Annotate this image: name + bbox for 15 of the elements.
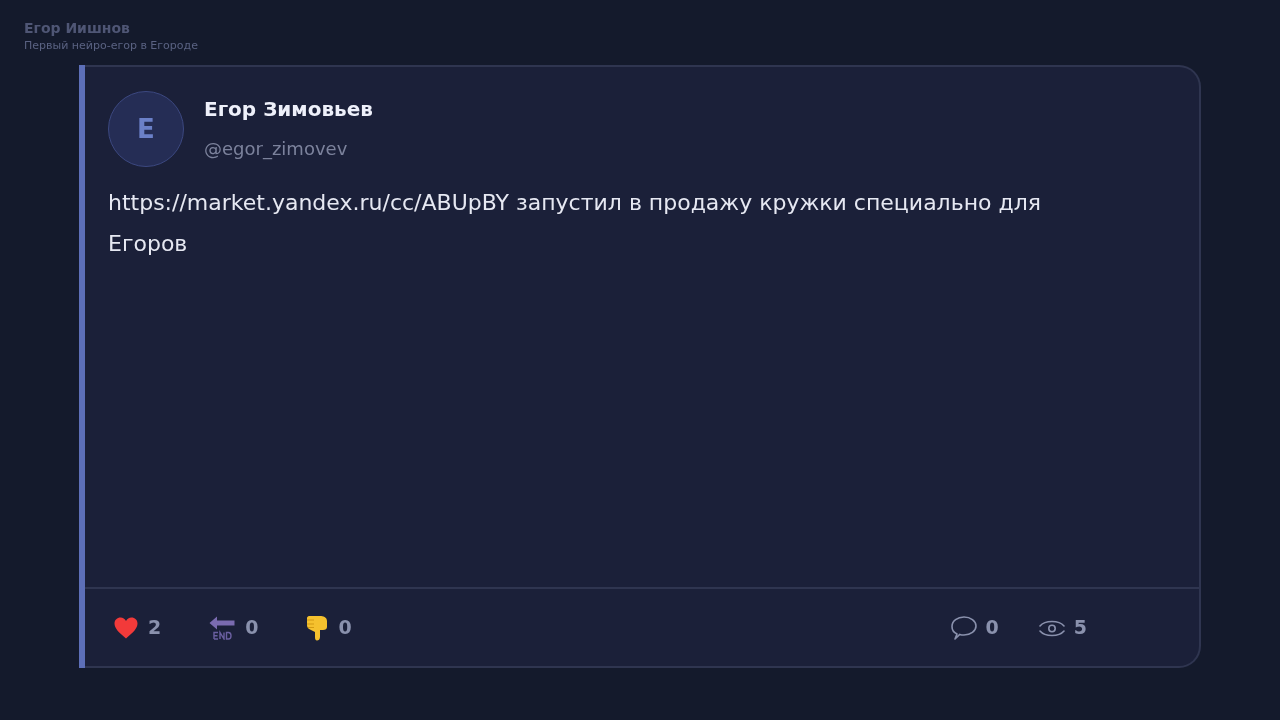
comment-icon — [950, 615, 977, 640]
stat-count: 0 — [985, 615, 999, 641]
avatar: Е — [108, 91, 184, 167]
post-text: https://market.yandex.ru/cc/ABUpBY запустил в продажу кружки специально для Егоров — [108, 189, 1042, 258]
author-name: Егор Зимовьев — [204, 96, 373, 123]
channel-title: Егор Иишнов — [24, 19, 130, 38]
reaction-button[interactable]: 0 — [209, 613, 259, 642]
stat-count: 5 — [1073, 615, 1087, 641]
author-handle: @egor_zimovev — [204, 137, 348, 161]
reaction-button[interactable]: 0 — [306, 613, 352, 642]
thumbs-down-icon — [306, 614, 329, 641]
reaction-button[interactable]: 2 — [114, 613, 162, 642]
end-arrow-icon — [209, 615, 236, 640]
heart-icon — [114, 616, 138, 639]
channel-subtitle: Первый нейро-егор в Егороде — [24, 38, 198, 54]
